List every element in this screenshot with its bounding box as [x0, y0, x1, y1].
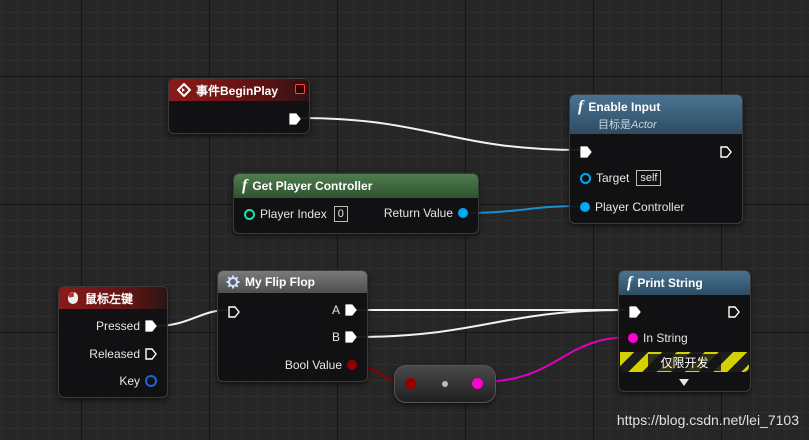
flip-flop-header: My Flip Flop: [218, 271, 367, 293]
enable-input-exec-in-pin[interactable]: [580, 145, 592, 163]
subtitle-prefix: 目标是: [598, 119, 631, 131]
event-beginplay-title: 事件BeginPlay: [196, 83, 279, 98]
enable-input-exec-out-pin[interactable]: [720, 145, 732, 163]
exec-wire-b-print[interactable]: [354, 309, 626, 338]
flip-flop-exec-in-pin[interactable]: [228, 305, 240, 323]
bool-value-pin-row: Bool Value: [280, 358, 357, 372]
player-controller-pin-label: Player Controller: [595, 200, 685, 214]
a-pin-row: A: [327, 303, 357, 317]
target-pin[interactable]: [580, 172, 591, 184]
enable-input-node[interactable]: f Enable Input 目标是Actor Target self Play…: [569, 94, 743, 224]
delegate-pin-icon[interactable]: [295, 84, 305, 94]
conversion-bool-in-pin[interactable]: [405, 378, 416, 389]
pressed-exec-pin[interactable]: [145, 320, 157, 332]
return-value-pin[interactable]: [458, 208, 468, 218]
left-mouse-title: 鼠标左键: [85, 291, 134, 306]
b-pin-row: B: [327, 330, 357, 344]
left-mouse-button-node[interactable]: 鼠标左键 Pressed Released Key: [58, 286, 168, 398]
in-string-pin-row: In String: [628, 331, 693, 345]
blueprint-graph-canvas[interactable]: 事件BeginPlay f Enable Input 目标是Actor Targ…: [0, 0, 809, 440]
in-string-pin[interactable]: [628, 333, 638, 343]
watermark-text: https://blog.csdn.net/lei_7103: [616, 412, 799, 428]
released-label: Released: [89, 347, 140, 361]
a-label: A: [331, 303, 340, 317]
b-exec-pin[interactable]: [345, 331, 357, 343]
conversion-string-out-pin[interactable]: [472, 378, 483, 389]
get-player-controller-node[interactable]: f Get Player Controller Player Index 0 R…: [233, 173, 479, 234]
get-player-controller-title: Get Player Controller: [252, 179, 373, 193]
enable-input-title: Enable Input: [588, 100, 661, 114]
player-index-value[interactable]: 0: [333, 206, 348, 222]
event-diamond-icon: [177, 83, 191, 97]
key-pin[interactable]: [145, 375, 157, 387]
expand-advanced-arrow-icon[interactable]: [679, 379, 689, 386]
pressed-pin-row: Pressed: [91, 319, 157, 333]
pressed-label: Pressed: [95, 319, 140, 333]
function-icon: f: [578, 98, 584, 115]
event-beginplay-header: 事件BeginPlay: [169, 79, 309, 101]
print-string-exec-in-pin[interactable]: [629, 305, 641, 323]
left-mouse-header: 鼠标左键: [59, 287, 167, 309]
key-pin-row: Key: [114, 374, 157, 388]
target-self-value[interactable]: self: [636, 170, 662, 186]
subtitle-target: Actor: [631, 119, 657, 131]
key-label: Key: [119, 374, 140, 388]
function-icon: f: [242, 177, 248, 194]
development-only-banner: 仅限开发: [620, 352, 749, 372]
flip-flop-title: My Flip Flop: [245, 275, 315, 289]
released-exec-pin[interactable]: [145, 348, 157, 360]
exec-wire-beginplay-enableinput[interactable]: [299, 117, 581, 151]
a-exec-pin[interactable]: [345, 304, 357, 316]
in-string-label: In String: [643, 331, 688, 345]
target-pin-label: Target: [596, 171, 630, 185]
player-controller-pin-row: Player Controller: [580, 200, 689, 214]
string-wire-convert-print[interactable]: [477, 336, 633, 383]
return-value-pin-row: Return Value: [379, 206, 468, 220]
print-string-title: Print String: [637, 276, 703, 290]
object-wire-controller[interactable]: [462, 205, 581, 214]
my-flip-flop-node[interactable]: My Flip Flop A B Bool Value: [217, 270, 368, 382]
development-only-label: 仅限开发: [648, 353, 721, 371]
player-controller-pin[interactable]: [580, 202, 590, 212]
b-label: B: [331, 330, 340, 344]
function-icon: f: [627, 274, 633, 291]
bool-value-pin[interactable]: [347, 360, 357, 370]
mouse-icon: [68, 292, 78, 304]
bool-to-string-conversion-node[interactable]: [394, 365, 496, 403]
player-index-pin[interactable]: [244, 208, 255, 220]
return-value-label: Return Value: [383, 206, 453, 220]
print-string-node[interactable]: f Print String In String 仅限开发: [618, 270, 751, 392]
enable-input-subtitle: 目标是Actor: [598, 116, 657, 132]
get-player-controller-header: f Get Player Controller: [234, 174, 478, 198]
macro-gear-icon: [226, 275, 240, 289]
print-string-header: f Print String: [619, 271, 750, 295]
player-index-label: Player Index: [260, 207, 327, 221]
beginplay-exec-out-pin[interactable]: [289, 112, 301, 130]
released-pin-row: Released: [84, 347, 157, 361]
target-pin-row: Target self: [580, 170, 662, 186]
player-index-pin-row: Player Index 0: [244, 206, 348, 222]
bool-value-label: Bool Value: [284, 358, 342, 372]
event-beginplay-node[interactable]: 事件BeginPlay: [168, 78, 310, 134]
conversion-center-dot: [442, 381, 448, 387]
print-string-exec-out-pin[interactable]: [728, 305, 740, 323]
